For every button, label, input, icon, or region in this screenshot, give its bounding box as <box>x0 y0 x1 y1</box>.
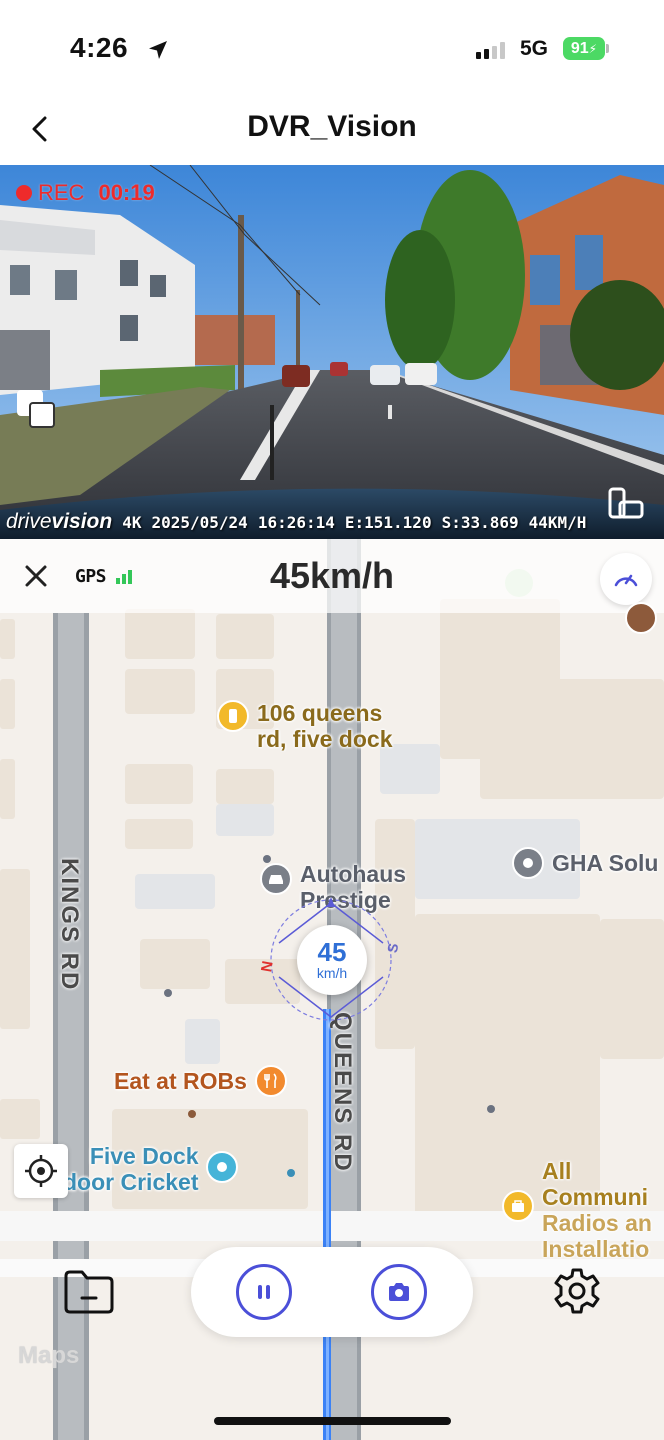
camera-icon <box>389 1283 409 1301</box>
battery-icon: 91 ⚡ <box>563 37 605 60</box>
rec-timer: 00:19 <box>98 180 155 205</box>
poi-label: Five Dock door Cricket <box>63 1143 198 1195</box>
sports-icon <box>206 1151 239 1183</box>
poi-label-line: door Cricket <box>63 1169 199 1195</box>
poi-dot-icon <box>512 847 544 879</box>
overlay-date: 2025/05/24 <box>151 513 248 532</box>
crosshair-icon <box>25 1155 57 1187</box>
rec-label: REC <box>38 180 85 205</box>
pip-layers-button[interactable] <box>14 387 60 433</box>
recording-controls <box>191 1247 473 1337</box>
street-label-queens-rd: QUEENS RD <box>329 1012 356 1173</box>
speedometer-icon <box>614 574 638 587</box>
apple-maps-attribution: Maps <box>18 1342 79 1370</box>
video-overlay-info: drivevision 4K 2025/05/24 16:26:14 E:151… <box>6 510 586 534</box>
status-bar: 4:26 5G 91 ⚡ <box>0 0 664 100</box>
poi-label-line: Installatio <box>542 1236 650 1262</box>
speedometer-button[interactable] <box>600 553 652 605</box>
poi-label: All Communi Radios an Installatio <box>542 1158 652 1262</box>
recenter-location-button[interactable] <box>14 1144 68 1198</box>
poi-label-line: rd, five dock <box>257 726 393 752</box>
shopping-bag-icon <box>502 1190 534 1222</box>
nav-header: DVR_Vision <box>0 100 664 164</box>
marker-speed-unit: km/h <box>316 965 348 981</box>
restaurant-icon <box>254 1065 287 1097</box>
poi-label-line: Five Dock <box>89 1143 199 1169</box>
dashcam-video[interactable] <box>0 165 664 539</box>
maps-attribution-text: Maps <box>18 1342 80 1369</box>
poi-label: 106 queens rd, five dock <box>257 700 392 752</box>
recording-indicator: REC 00:19 <box>16 180 155 206</box>
poi-label-line: All <box>542 1158 572 1184</box>
current-speed: 45km/h <box>269 555 395 596</box>
brand-watermark: drivevision <box>6 510 112 534</box>
current-location-speed-marker: 45 km/h <box>297 925 367 995</box>
overlay-time: 16:26:14 <box>257 513 335 532</box>
poi-pin-icon <box>217 700 249 732</box>
pause-recording-button[interactable] <box>236 1264 292 1320</box>
home-indicator <box>214 1417 451 1425</box>
poi-five-dock-cricket[interactable]: Five Dock door Cricket <box>63 1143 239 1195</box>
cellular-signal-icon <box>476 41 505 59</box>
video-frame <box>0 165 664 539</box>
snapshot-button[interactable] <box>371 1264 427 1320</box>
poi-label-line: Autohaus <box>300 861 407 887</box>
location-arrow-icon <box>149 41 167 59</box>
poi-gha-solu[interactable]: GHA Solu <box>512 847 658 879</box>
settings-gear-button[interactable] <box>550 1264 604 1318</box>
poi-label: Eat at ROBs <box>114 1068 247 1094</box>
poi-label-line: Radios an <box>542 1210 652 1236</box>
status-time: 4:26 <box>70 32 129 63</box>
overlay-resolution: 4K <box>122 513 142 532</box>
overlay-speed: 44KM/H <box>528 513 587 532</box>
poi-label-line: 106 queens <box>257 700 383 726</box>
poi-label: GHA Solu <box>552 850 659 876</box>
battery-level: 91 <box>570 39 589 57</box>
poi-all-communications[interactable]: All Communi Radios an Installatio <box>502 1158 652 1262</box>
record-dot-icon <box>16 185 32 201</box>
fullscreen-rotate-button[interactable] <box>606 484 646 524</box>
school-pin-icon[interactable] <box>625 602 657 634</box>
recordings-folder-button[interactable] <box>62 1268 116 1316</box>
street-label-kings-rd: KINGS RD <box>56 858 83 992</box>
overlay-south: S:33.869 <box>441 513 519 532</box>
car-dealer-icon <box>260 863 292 895</box>
poi-106-queens[interactable]: 106 queens rd, five dock <box>217 700 392 752</box>
battery-nub <box>606 44 609 53</box>
brand-prefix: drive <box>6 510 52 533</box>
network-type: 5G <box>520 37 549 60</box>
overlay-east: E:151.120 <box>344 513 432 532</box>
poi-eat-at-robs[interactable]: Eat at ROBs <box>114 1065 287 1097</box>
brand-suffix: vision <box>51 510 113 533</box>
page-title: DVR_Vision <box>247 110 417 143</box>
pause-icon <box>258 1285 270 1299</box>
poi-label-line: Communi <box>542 1184 649 1210</box>
marker-speed-value: 45 <box>317 937 347 967</box>
